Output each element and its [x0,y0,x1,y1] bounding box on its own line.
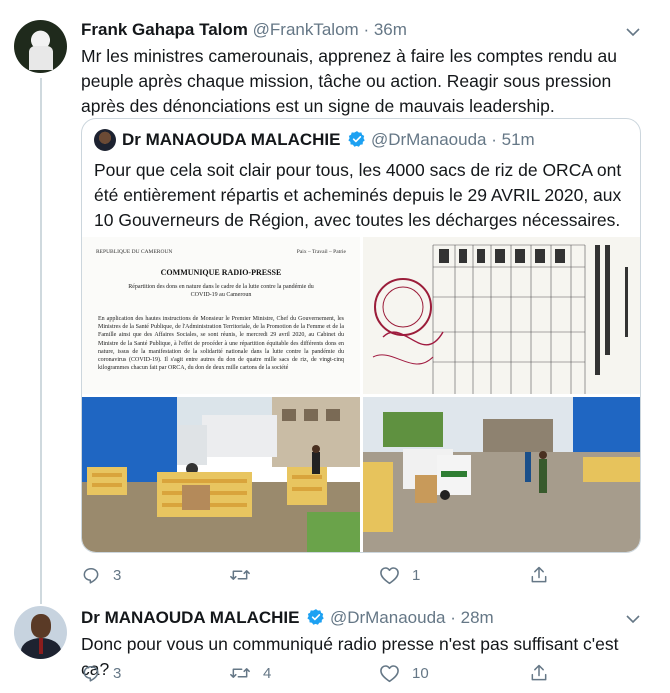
author-handle: @DrManaouda [370,130,487,149]
reply-icon [83,568,99,584]
author-handle[interactable]: @DrManaouda [330,608,446,627]
author-name: Dr MANAOUDA MALACHIE [122,130,341,149]
retweet-icon [230,570,250,580]
retweet-button[interactable] [229,565,251,585]
ambulance-photo[interactable] [363,397,640,552]
avatar [94,129,116,151]
like-count: 1 [412,566,421,584]
author-name[interactable]: Frank Gahapa Talom [81,20,248,39]
tweet-actions: 3 4 10 [81,662,641,684]
quoted-tweet[interactable]: Dr MANAOUDA MALACHIE @DrManaouda · 51m P… [81,118,641,553]
document-body: En application des hautes instructions d… [98,316,344,372]
retweet-button[interactable]: 4 [229,663,271,683]
share-icon [531,664,547,681]
tweet-header: Frank Gahapa Talom @FrankTalom · 36m [81,20,407,40]
verified-badge-icon [307,609,324,625]
author-name[interactable]: Dr MANAOUDA MALACHIE [81,608,299,627]
ambulance-trucks-photo [363,397,640,552]
like-button[interactable]: 1 [379,565,420,585]
reply-count: 3 [113,664,122,682]
share-icon [531,566,547,583]
share-button[interactable] [529,565,549,585]
timestamp[interactable]: 36m [374,20,407,39]
avatar[interactable] [14,20,67,73]
reply-button[interactable]: 3 [81,565,121,585]
distribution-list-image[interactable] [363,237,640,394]
reply-button[interactable]: 3 [81,663,121,683]
rice-bags-truck-photo [82,397,360,552]
thread-connector [40,78,42,604]
reply-count: 3 [113,566,122,584]
like-count: 10 [412,664,429,682]
media-grid: REPUBLIQUE DU CAMEROUN Paix – Travail – … [82,237,640,552]
avatar[interactable] [14,606,67,659]
document-right-header: Paix – Travail – Patrie [296,249,346,255]
chevron-down-icon[interactable] [626,614,640,624]
like-icon [380,665,399,683]
like-icon [380,567,399,585]
reply-icon [83,666,99,682]
communique-image[interactable]: REPUBLIQUE DU CAMEROUN Paix – Travail – … [82,237,360,394]
quoted-tweet-header: Dr MANAOUDA MALACHIE @DrManaouda · 51m [122,130,535,150]
separator: · [450,608,456,627]
document-left-header: REPUBLIQUE DU CAMEROUN [96,249,173,255]
verified-badge-icon [348,131,365,147]
tweet-actions: 3 1 [81,564,641,586]
tweet-text: Mr les ministres camerounais, apprenez à… [81,46,617,116]
tweet-header: Dr MANAOUDA MALACHIE @DrManaouda · 28m [81,608,494,628]
like-button[interactable]: 10 [379,663,429,683]
document-subtitle: Répartition des dons en nature dans le c… [128,284,314,298]
retweet-icon [230,668,250,678]
author-handle[interactable]: @FrankTalom [253,20,359,39]
retweet-count: 4 [263,664,272,682]
timestamp: 51m [501,130,535,149]
timestamp[interactable]: 28m [461,608,494,627]
share-button[interactable] [529,663,549,683]
separator: · [363,20,370,39]
quoted-tweet-text: Pour que cela soit clair pour tous, les … [94,160,622,230]
separator: · [491,130,497,149]
warehouse-photo[interactable] [82,397,360,552]
distribution-table-illustration [363,237,640,394]
chevron-down-icon[interactable] [626,27,640,37]
document-title: COMMUNIQUE RADIO-PRESSE [160,268,282,277]
